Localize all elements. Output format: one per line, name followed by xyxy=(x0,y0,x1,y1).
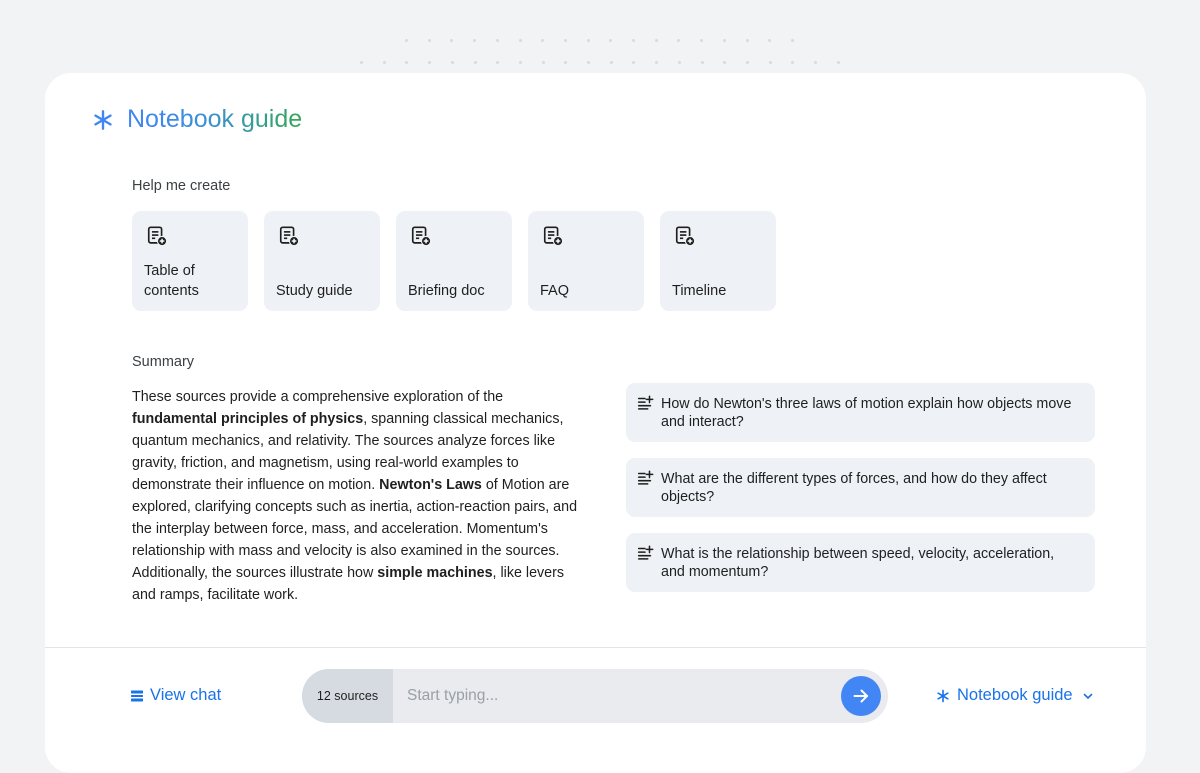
decorative-dot xyxy=(700,61,704,64)
decorative-dot xyxy=(745,39,749,42)
summary-highlight: Newton's Laws xyxy=(379,477,482,493)
suggested-question-icon xyxy=(637,395,654,410)
page-title: Notebook guide xyxy=(127,105,303,133)
chat-input-bar: 12 sources xyxy=(302,669,888,723)
decorative-dot xyxy=(473,39,477,42)
view-chat-button[interactable]: View chat xyxy=(130,686,221,705)
decorative-dot xyxy=(563,39,567,42)
decorative-dot xyxy=(518,61,522,64)
decorative-dot xyxy=(723,61,727,64)
sources-count-button[interactable]: 12 sources xyxy=(302,669,393,723)
decorative-dot xyxy=(564,61,568,64)
create-option-label: FAQ xyxy=(540,283,570,299)
decorative-dot xyxy=(632,61,636,64)
summary-highlight: fundamental principles of physics xyxy=(132,411,364,427)
notebook-guide-toggle[interactable]: Notebook guide xyxy=(936,686,1094,705)
send-button[interactable] xyxy=(841,676,881,716)
decorative-dot xyxy=(791,61,795,64)
create-option-label: Timeline xyxy=(672,283,727,299)
summary-segment: These sources provide a comprehensive ex… xyxy=(132,389,504,405)
create-option-label: Briefing doc xyxy=(408,283,485,299)
decorative-dot xyxy=(587,61,590,64)
chat-footer: View chat 12 sources Start typing... Not… xyxy=(45,647,1146,773)
decorative-dot xyxy=(450,61,454,64)
decorative-dot xyxy=(495,39,499,42)
create-options: Table of contents Study guide Briefing d… xyxy=(132,211,776,311)
decorative-dot xyxy=(541,61,545,64)
create-briefing-doc-button[interactable]: Briefing doc xyxy=(396,211,512,311)
decorative-dot xyxy=(427,39,431,42)
decorative-dot xyxy=(655,61,659,64)
decorative-dot xyxy=(654,39,658,42)
suggested-question-text: How do Newton's three laws of motion exp… xyxy=(661,395,1072,430)
decorative-dot xyxy=(768,39,772,42)
help-create-label: Help me create xyxy=(132,178,231,194)
create-timeline-button[interactable]: Timeline xyxy=(660,211,776,311)
decorative-dot xyxy=(677,39,681,42)
suggested-question-button[interactable]: What is the relationship between speed, … xyxy=(626,533,1095,592)
decorative-dot xyxy=(609,39,613,42)
notebook-guide-label: Notebook guide xyxy=(957,686,1073,704)
decorative-dot xyxy=(609,61,613,64)
view-chat-label: View chat xyxy=(150,686,222,704)
decorative-dot xyxy=(541,39,545,42)
panel-header: Notebook guide xyxy=(92,105,302,134)
create-study-guide-button[interactable]: Study guide xyxy=(264,211,380,311)
create-table-of-contents-button[interactable]: Table of contents xyxy=(132,211,248,311)
add-note-icon xyxy=(279,226,300,247)
decorative-dot xyxy=(790,39,794,42)
chat-lines-icon xyxy=(131,690,143,701)
chat-input[interactable] xyxy=(393,669,841,723)
sparkle-star-icon xyxy=(937,689,949,702)
suggested-question-icon xyxy=(637,545,654,560)
decorative-dot xyxy=(814,61,817,64)
create-option-label: Study guide xyxy=(276,283,353,299)
decorative-dot xyxy=(836,61,840,64)
decorative-dot xyxy=(496,61,500,64)
decorative-dot xyxy=(768,61,772,64)
decorative-dot-pattern xyxy=(340,30,860,70)
notebook-guide-panel: Notebook guide Help me create Table of c… xyxy=(45,73,1146,773)
suggested-question-text: What are the different types of forces, … xyxy=(661,470,1047,505)
summary-highlight: simple machines xyxy=(377,565,493,581)
decorative-dot xyxy=(428,61,432,64)
decorative-dot xyxy=(518,39,522,42)
decorative-dot xyxy=(405,39,408,42)
arrow-right-icon xyxy=(853,689,868,703)
decorative-dot xyxy=(700,39,704,42)
summary-text: These sources provide a comprehensive ex… xyxy=(132,386,582,606)
suggested-questions: How do Newton's three laws of motion exp… xyxy=(626,383,1095,608)
add-note-icon xyxy=(411,226,432,247)
decorative-dot xyxy=(405,61,409,64)
decorative-dot xyxy=(450,39,454,42)
add-note-icon xyxy=(543,226,564,247)
create-option-label: Table of contents xyxy=(144,263,199,299)
add-note-icon xyxy=(147,226,168,247)
create-faq-button[interactable]: FAQ xyxy=(528,211,644,311)
suggested-question-icon xyxy=(637,470,654,485)
decorative-dot xyxy=(722,39,726,42)
decorative-dot xyxy=(677,61,681,64)
decorative-dot xyxy=(360,61,363,64)
suggested-question-button[interactable]: What are the different types of forces, … xyxy=(626,458,1095,517)
suggested-question-text: What is the relationship between speed, … xyxy=(661,545,1055,580)
decorative-dot xyxy=(745,61,749,64)
suggested-question-button[interactable]: How do Newton's three laws of motion exp… xyxy=(626,383,1095,442)
add-note-icon xyxy=(675,226,696,247)
decorative-dot xyxy=(632,39,635,42)
decorative-dot xyxy=(473,61,477,64)
decorative-dot xyxy=(586,39,590,42)
chevron-down-icon xyxy=(1083,693,1092,699)
summary-label: Summary xyxy=(132,354,195,370)
decorative-dot xyxy=(382,61,386,64)
sparkle-star-icon xyxy=(94,109,112,130)
